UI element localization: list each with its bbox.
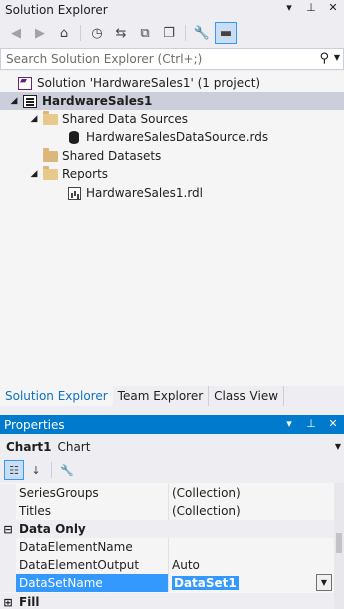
toolbar-separator — [51, 462, 52, 478]
property-name: DataElementOutput — [16, 556, 169, 574]
tree-node-datasource-file[interactable]: HardwareSalesDataSource.rds — [65, 128, 268, 146]
home-icon[interactable]: ⌂ — [53, 22, 75, 44]
solution-tree: Solution 'HardwareSales1' (1 project) ◢ … — [0, 71, 344, 386]
preview-selected-items-icon[interactable]: ▬ — [215, 22, 237, 44]
property-value[interactable]: (Collection) — [169, 484, 344, 502]
category-data-only[interactable]: ⊟ Data Only — [0, 520, 344, 538]
refresh-icon[interactable]: ⧉ — [134, 22, 156, 44]
tree-node-shared-datasets[interactable]: Shared Datasets — [41, 147, 161, 165]
window-position-dropdown-icon[interactable]: ▾ — [282, 417, 296, 430]
property-row[interactable]: SeriesGroups (Collection) — [0, 484, 344, 502]
property-row-selected[interactable]: DataSetName DataSet1 ▼ — [0, 574, 344, 592]
collapse-all-icon[interactable]: ❐ — [158, 22, 180, 44]
collapse-icon[interactable]: ⊟ — [0, 523, 16, 536]
search-input[interactable]: Search Solution Explorer (Ctrl+;) — [6, 52, 202, 66]
tree-node-label: HardwareSales1.rdl — [86, 186, 203, 200]
pin-icon[interactable]: ⊥ — [304, 417, 318, 430]
solution-explorer-title: Solution Explorer — [5, 2, 108, 17]
alphabetical-icon[interactable]: ↓ — [26, 460, 46, 480]
tree-node-solution[interactable]: Solution 'HardwareSales1' (1 project) — [2, 74, 260, 92]
property-pages-wrench-icon[interactable]: 🔧 — [57, 460, 77, 480]
search-icon[interactable]: ⚲ — [319, 51, 329, 66]
scrollbar-thumb[interactable] — [336, 533, 342, 553]
tree-node-project[interactable]: ◢ HardwareSales1 — [0, 92, 344, 110]
search-options-dropdown-icon[interactable]: ▼ — [334, 53, 340, 62]
folder-open-icon — [41, 110, 59, 125]
report-project-icon — [21, 94, 39, 108]
expanded-arrow-icon[interactable]: ◢ — [27, 169, 41, 179]
properties-wrench-icon[interactable]: 🔧 — [191, 22, 213, 44]
folder-open-icon — [41, 165, 59, 180]
toolbar-separator — [185, 25, 186, 41]
property-grid: SeriesGroups (Collection) Titles (Collec… — [0, 483, 344, 609]
tab-solution-explorer[interactable]: Solution Explorer — [0, 386, 113, 406]
window-position-dropdown-icon[interactable]: ▾ — [282, 1, 296, 14]
categorized-icon[interactable]: ☷ — [4, 460, 24, 480]
expanded-arrow-icon[interactable]: ◢ — [27, 114, 41, 124]
forward-icon[interactable]: ▶ — [29, 22, 51, 44]
vertical-scrollbar[interactable] — [334, 483, 344, 609]
data-source-icon — [65, 130, 83, 144]
property-row[interactable]: DataElementName — [0, 538, 344, 556]
property-name: DataSetName — [16, 574, 169, 592]
solution-icon — [16, 76, 34, 90]
expanded-arrow-icon[interactable]: ◢ — [7, 96, 21, 106]
chevron-down-icon[interactable]: ▼ — [335, 442, 341, 451]
properties-toolbar: ☷ ↓ 🔧 — [0, 459, 344, 481]
tab-class-view[interactable]: Class View — [209, 386, 285, 406]
tree-node-label: Shared Data Sources — [62, 112, 188, 126]
category-label: Fill — [19, 595, 40, 609]
tree-node-reports[interactable]: ◢ Reports — [27, 165, 108, 183]
tree-node-label: Reports — [62, 167, 109, 181]
solution-explorer-toolbar: ◀ ▶ ⌂ ◷ ⇆ ⧉ ❐ 🔧 ▬ — [0, 21, 344, 45]
expand-icon[interactable]: ⊞ — [0, 596, 16, 609]
back-icon[interactable]: ◀ — [5, 22, 27, 44]
pending-changes-filter-icon[interactable]: ◷ — [86, 22, 108, 44]
close-icon[interactable]: ✕ — [326, 1, 340, 14]
tree-node-shared-data-sources[interactable]: ◢ Shared Data Sources — [27, 110, 188, 128]
property-value[interactable]: Auto — [169, 556, 344, 574]
tree-node-label: HardwareSalesDataSource.rds — [86, 130, 269, 144]
property-value[interactable] — [169, 538, 344, 556]
toolbar-separator — [80, 25, 81, 41]
properties-title-bar: Properties ▾ ⊥ ✕ — [0, 415, 344, 434]
object-selector[interactable]: Chart1 Chart ▼ — [0, 437, 344, 457]
chevron-down-icon[interactable]: ▼ — [316, 574, 332, 591]
search-box[interactable]: Search Solution Explorer (Ctrl+;) ⚲ ▼ — [0, 48, 344, 70]
tree-node-label: Shared Datasets — [62, 149, 162, 163]
tree-node-label: Solution 'HardwareSales1' (1 project) — [37, 76, 261, 90]
properties-title: Properties — [4, 417, 65, 432]
sync-with-active-document-icon[interactable]: ⇆ — [110, 22, 132, 44]
folder-icon — [41, 147, 59, 162]
property-value[interactable]: DataSet1 — [172, 576, 239, 590]
object-name: Chart1 — [6, 440, 52, 454]
property-row[interactable]: DataElementOutput Auto — [0, 556, 344, 574]
pin-icon[interactable]: ⊥ — [304, 1, 318, 14]
object-type: Chart — [57, 440, 91, 454]
category-fill[interactable]: ⊞ Fill — [0, 593, 344, 609]
property-row[interactable]: Titles (Collection) — [0, 502, 344, 520]
tree-node-label: HardwareSales1 — [42, 94, 153, 108]
property-name: DataElementName — [16, 538, 169, 556]
tab-team-explorer[interactable]: Team Explorer — [113, 386, 210, 406]
property-name: Titles — [16, 502, 169, 520]
close-icon[interactable]: ✕ — [326, 417, 340, 430]
tool-window-tabs: Solution Explorer Team Explorer Class Vi… — [0, 386, 344, 406]
solution-explorer-title-bar: Solution Explorer ▾ ⊥ ✕ — [0, 0, 344, 19]
category-label: Data Only — [19, 522, 86, 536]
property-name: SeriesGroups — [16, 484, 169, 502]
tree-node-report-file[interactable]: HardwareSales1.rdl — [65, 184, 203, 202]
report-file-icon — [65, 186, 83, 200]
property-value[interactable]: (Collection) — [169, 502, 344, 520]
